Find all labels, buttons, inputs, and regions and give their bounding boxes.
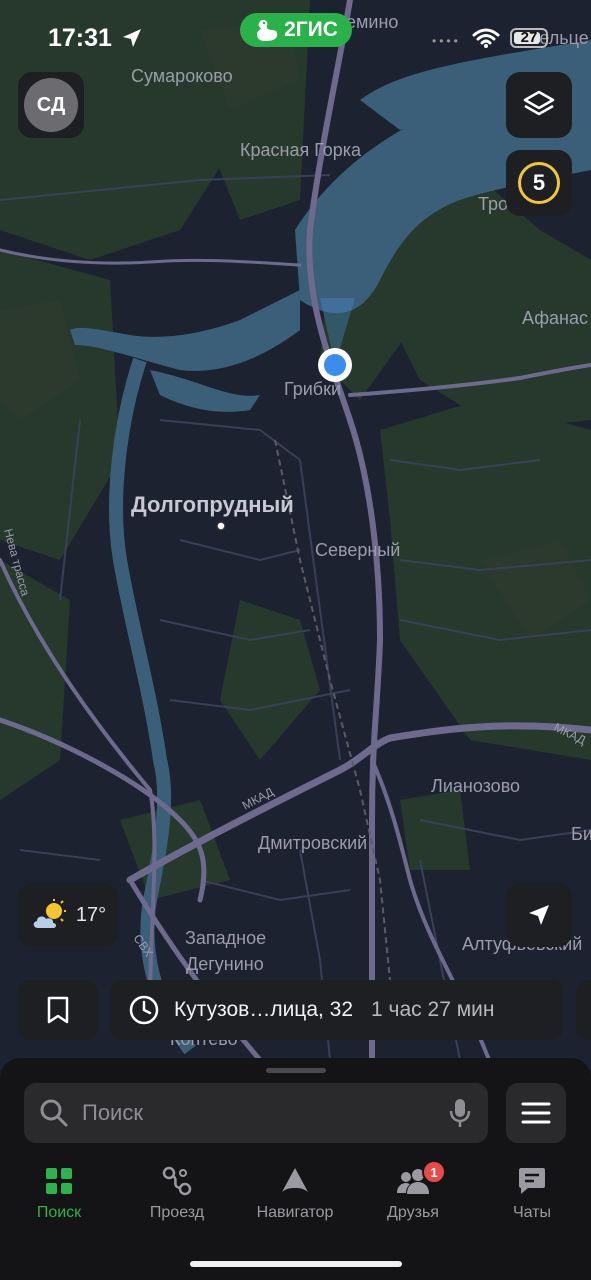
search-placeholder: Поиск <box>82 1100 143 1125</box>
avatar: СД <box>24 78 78 132</box>
map-label: Красная Горка <box>240 140 362 160</box>
map-label: Грибки <box>284 379 341 399</box>
bookmarks-button[interactable] <box>18 980 98 1040</box>
map-label: Лианозово <box>431 776 520 796</box>
navigator-icon <box>282 1168 308 1192</box>
navigation-arrow-icon <box>529 905 549 925</box>
tab-label: Чаты <box>512 1204 552 1221</box>
chat-icon <box>519 1168 545 1194</box>
tab-navigator[interactable]: Навигатор <box>240 1166 350 1230</box>
battery-indicator: 27 <box>510 28 548 48</box>
status-bar: 17:31 2ГИС •••• 27 <box>0 0 591 78</box>
next-chip[interactable] <box>576 980 591 1040</box>
battery-level: 27 <box>520 29 538 46</box>
bookmark-icon <box>47 996 69 1024</box>
map-label: Дмитровский <box>258 833 367 853</box>
locate-me-button[interactable] <box>506 883 572 947</box>
clock-icon <box>129 995 159 1025</box>
tab-friends[interactable]: 1 Друзья <box>358 1160 468 1230</box>
map-label: Би <box>571 824 591 844</box>
recent-route-chip[interactable]: Кутузов…лица, 32 1 час 27 мин <box>110 980 563 1040</box>
weather-button[interactable]: 17° <box>18 883 118 947</box>
layers-button[interactable] <box>506 72 572 138</box>
location-arrow-icon <box>123 29 141 47</box>
tab-search[interactable]: Поиск <box>4 1166 114 1230</box>
search-icon <box>40 1099 68 1127</box>
home-indicator <box>190 1261 402 1267</box>
route-address: Кутузов…лица, 32 <box>174 998 354 1021</box>
map-label: Западное <box>185 928 266 948</box>
notification-badge: 1 <box>422 1160 446 1184</box>
layers-icon <box>523 90 555 116</box>
map-label: Дегунино <box>186 954 264 974</box>
weather-temperature: 17° <box>75 903 107 926</box>
duck-logo-icon <box>257 20 278 41</box>
brand-label: 2ГИС <box>284 18 338 41</box>
sheet-handle[interactable] <box>266 1068 326 1073</box>
profile-button[interactable]: СД <box>18 72 84 138</box>
tab-label: Проезд <box>149 1204 205 1221</box>
status-time: 17:31 <box>48 24 112 52</box>
tab-label: Друзья <box>387 1204 439 1221</box>
map-label: Северный <box>315 540 400 560</box>
search-input[interactable]: Поиск <box>24 1083 488 1143</box>
route-duration: 1 час 27 мин <box>371 998 495 1021</box>
tab-chats[interactable]: Чаты <box>477 1166 587 1230</box>
wifi-icon <box>472 28 500 48</box>
traffic-score: 5 <box>518 162 560 204</box>
menu-button[interactable] <box>506 1083 566 1143</box>
city-label: Долгопрудный <box>131 492 294 517</box>
tab-label: Поиск <box>36 1204 82 1221</box>
grid-icon <box>46 1168 72 1194</box>
brand-badge: 2ГИС <box>240 13 352 47</box>
traffic-button[interactable]: 5 <box>506 150 572 216</box>
map-label: Афанас <box>522 308 588 328</box>
route-icon <box>162 1166 192 1196</box>
city-dot <box>216 521 226 531</box>
hamburger-menu-icon <box>521 1102 551 1124</box>
tab-label: Навигатор <box>256 1204 334 1221</box>
map-label: Тро <box>478 194 508 214</box>
microphone-icon[interactable] <box>448 1097 472 1129</box>
sun-cloud-icon <box>33 899 66 928</box>
signal-dots-icon: •••• <box>432 34 461 48</box>
tab-route[interactable]: Проезд <box>122 1166 232 1230</box>
